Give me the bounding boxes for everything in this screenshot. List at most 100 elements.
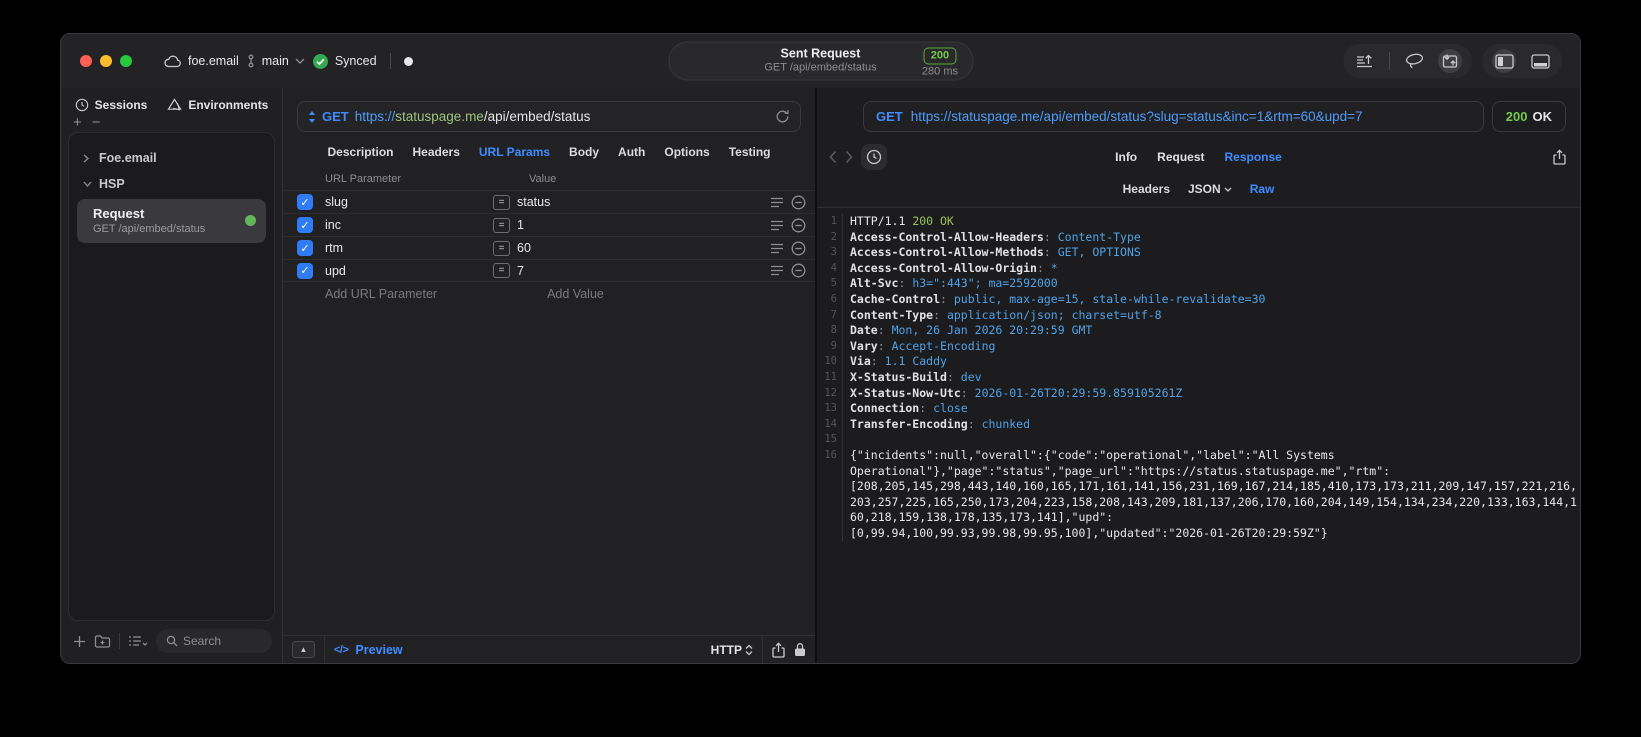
- param-name[interactable]: upd: [325, 264, 493, 278]
- param-value[interactable]: status: [517, 195, 770, 209]
- add-value-placeholder[interactable]: Add Value: [547, 287, 604, 301]
- param-checkbox[interactable]: ✓: [297, 262, 313, 279]
- param-name[interactable]: rtm: [325, 241, 493, 255]
- sync-status[interactable]: Synced: [312, 53, 377, 70]
- history-back-icon[interactable]: [829, 150, 837, 164]
- layers-icon: [167, 98, 182, 112]
- response-line: 10 Via: 1.1 Caddy: [817, 354, 1580, 370]
- tab-auth[interactable]: Auth: [618, 145, 645, 159]
- history-clock-icon[interactable]: [861, 144, 887, 170]
- clock-icon: [75, 98, 89, 112]
- row-menu-icon[interactable]: [770, 265, 784, 276]
- response-tab-info[interactable]: Info: [1115, 150, 1137, 164]
- equals-icon: =: [493, 263, 510, 278]
- row-menu-icon[interactable]: [770, 220, 784, 231]
- search-input[interactable]: Search: [156, 629, 272, 653]
- method-stepper-icon[interactable]: [308, 110, 316, 124]
- request-method[interactable]: GET: [322, 109, 349, 124]
- request-list-item[interactable]: Request GET /api/embed/status: [77, 199, 266, 243]
- response-subtab-raw[interactable]: Raw: [1250, 182, 1275, 196]
- add-session-icon[interactable]: +: [73, 115, 82, 130]
- sort-list-icon[interactable]: [128, 635, 148, 647]
- line-text: X-Status-Build: dev: [850, 369, 982, 384]
- synced-check-icon: [312, 53, 329, 70]
- line-number: [817, 494, 843, 511]
- expand-panel-icon[interactable]: ▲: [292, 641, 315, 658]
- response-subtab-headers[interactable]: Headers: [1123, 182, 1170, 196]
- param-name[interactable]: inc: [325, 218, 493, 232]
- tab-description[interactable]: Description: [328, 145, 394, 159]
- response-line: 12 X-Status-Now-Utc: 2026-01-26T20:29:59.…: [817, 385, 1580, 402]
- line-text: Operational"},"page":"status","page_url"…: [850, 463, 1391, 478]
- close-button[interactable]: [80, 55, 92, 67]
- project-name[interactable]: foe.email: [164, 54, 239, 68]
- tree-item-foe.email[interactable]: Foe.email: [75, 145, 268, 171]
- preview-button[interactable]: </> Preview: [334, 643, 403, 657]
- line-number: 2: [817, 229, 843, 246]
- protocol-select[interactable]: HTTP: [711, 643, 753, 657]
- remove-row-icon[interactable]: [791, 241, 806, 256]
- param-checkbox[interactable]: ✓: [297, 217, 313, 233]
- tree-item-hsp[interactable]: HSP: [75, 171, 268, 197]
- line-number: [817, 525, 843, 542]
- param-value[interactable]: 7: [517, 264, 770, 278]
- toggle-sidebar-icon[interactable]: [1492, 49, 1516, 73]
- share-icon[interactable]: [772, 641, 785, 658]
- add-param-row[interactable]: Add URL Parameter Add Value: [283, 282, 815, 305]
- remove-row-icon[interactable]: [791, 195, 806, 210]
- row-menu-icon[interactable]: [770, 243, 784, 254]
- cloud-icon: [164, 55, 182, 68]
- param-row[interactable]: ✓ slug = status: [283, 190, 815, 213]
- row-menu-icon[interactable]: [770, 197, 784, 208]
- lock-icon[interactable]: [794, 642, 806, 657]
- param-row[interactable]: ✓ rtm = 60: [283, 236, 815, 259]
- divider: [1389, 52, 1390, 70]
- resend-icon[interactable]: [775, 109, 790, 124]
- remove-session-icon[interactable]: −: [92, 115, 101, 130]
- line-text: 60,218,159,138,178,135,173,141],"upd":: [850, 510, 1114, 525]
- response-url-box[interactable]: GET https://statuspage.me/api/embed/stat…: [863, 101, 1484, 132]
- tab-headers[interactable]: Headers: [413, 145, 460, 159]
- response-subtab-json[interactable]: JSON: [1188, 182, 1232, 196]
- export-response-icon[interactable]: [1553, 149, 1566, 165]
- line-text: [208,205,145,298,443,140,160,165,171,161…: [850, 479, 1577, 494]
- response-tab-request[interactable]: Request: [1157, 150, 1204, 164]
- column-url-parameter: URL Parameter: [325, 173, 402, 185]
- tab-options[interactable]: Options: [664, 145, 709, 159]
- response-tab-response[interactable]: Response: [1224, 150, 1281, 164]
- tab-body[interactable]: Body: [569, 145, 599, 159]
- lasso-icon[interactable]: [1402, 49, 1426, 73]
- param-row[interactable]: ✓ upd = 7: [283, 259, 815, 282]
- remove-row-icon[interactable]: [791, 218, 806, 233]
- param-checkbox[interactable]: ✓: [297, 194, 313, 210]
- history-forward-icon[interactable]: [845, 150, 853, 164]
- response-nav-row: Info Request Response: [817, 132, 1580, 170]
- line-number: 5: [817, 276, 843, 292]
- tab-url-params[interactable]: URL Params: [479, 145, 550, 159]
- param-checkbox[interactable]: ✓: [297, 240, 313, 256]
- request-url[interactable]: https://statuspage.me/api/embed/status: [355, 109, 769, 124]
- response-raw-view[interactable]: 1 HTTP/1.1 200 OK 2 Access-Control-Allow-He…: [817, 207, 1580, 663]
- response-line: [208,205,145,298,443,140,160,165,171,161…: [817, 479, 1580, 495]
- zoom-button[interactable]: [120, 55, 132, 67]
- toggle-bottom-panel-icon[interactable]: [1528, 49, 1552, 73]
- sent-request-pill[interactable]: Sent Request GET /api/embed/status 200 2…: [668, 41, 973, 81]
- param-value[interactable]: 60: [517, 241, 770, 255]
- remove-row-icon[interactable]: [791, 263, 806, 278]
- add-request-icon[interactable]: [73, 635, 86, 648]
- divider: [119, 633, 120, 649]
- add-url-parameter-placeholder[interactable]: Add URL Parameter: [325, 287, 437, 301]
- minimize-button[interactable]: [100, 55, 112, 67]
- param-value[interactable]: 1: [517, 218, 770, 232]
- request-url-bar[interactable]: GET https://statuspage.me/api/embed/stat…: [297, 101, 801, 132]
- param-name[interactable]: slug: [325, 195, 493, 209]
- sidebar-tab-environments[interactable]: Environments: [167, 98, 268, 112]
- sidebar-tab-sessions[interactable]: Sessions: [75, 98, 147, 112]
- param-row[interactable]: ✓ inc = 1: [283, 213, 815, 236]
- response-pane: GET https://statuspage.me/api/embed/stat…: [817, 88, 1580, 663]
- branch-selector[interactable]: main: [246, 54, 305, 68]
- import-icon[interactable]: [1353, 49, 1377, 73]
- sync-requests-icon[interactable]: [1438, 49, 1462, 73]
- add-folder-icon[interactable]: [94, 634, 111, 648]
- tab-testing[interactable]: Testing: [729, 145, 771, 159]
